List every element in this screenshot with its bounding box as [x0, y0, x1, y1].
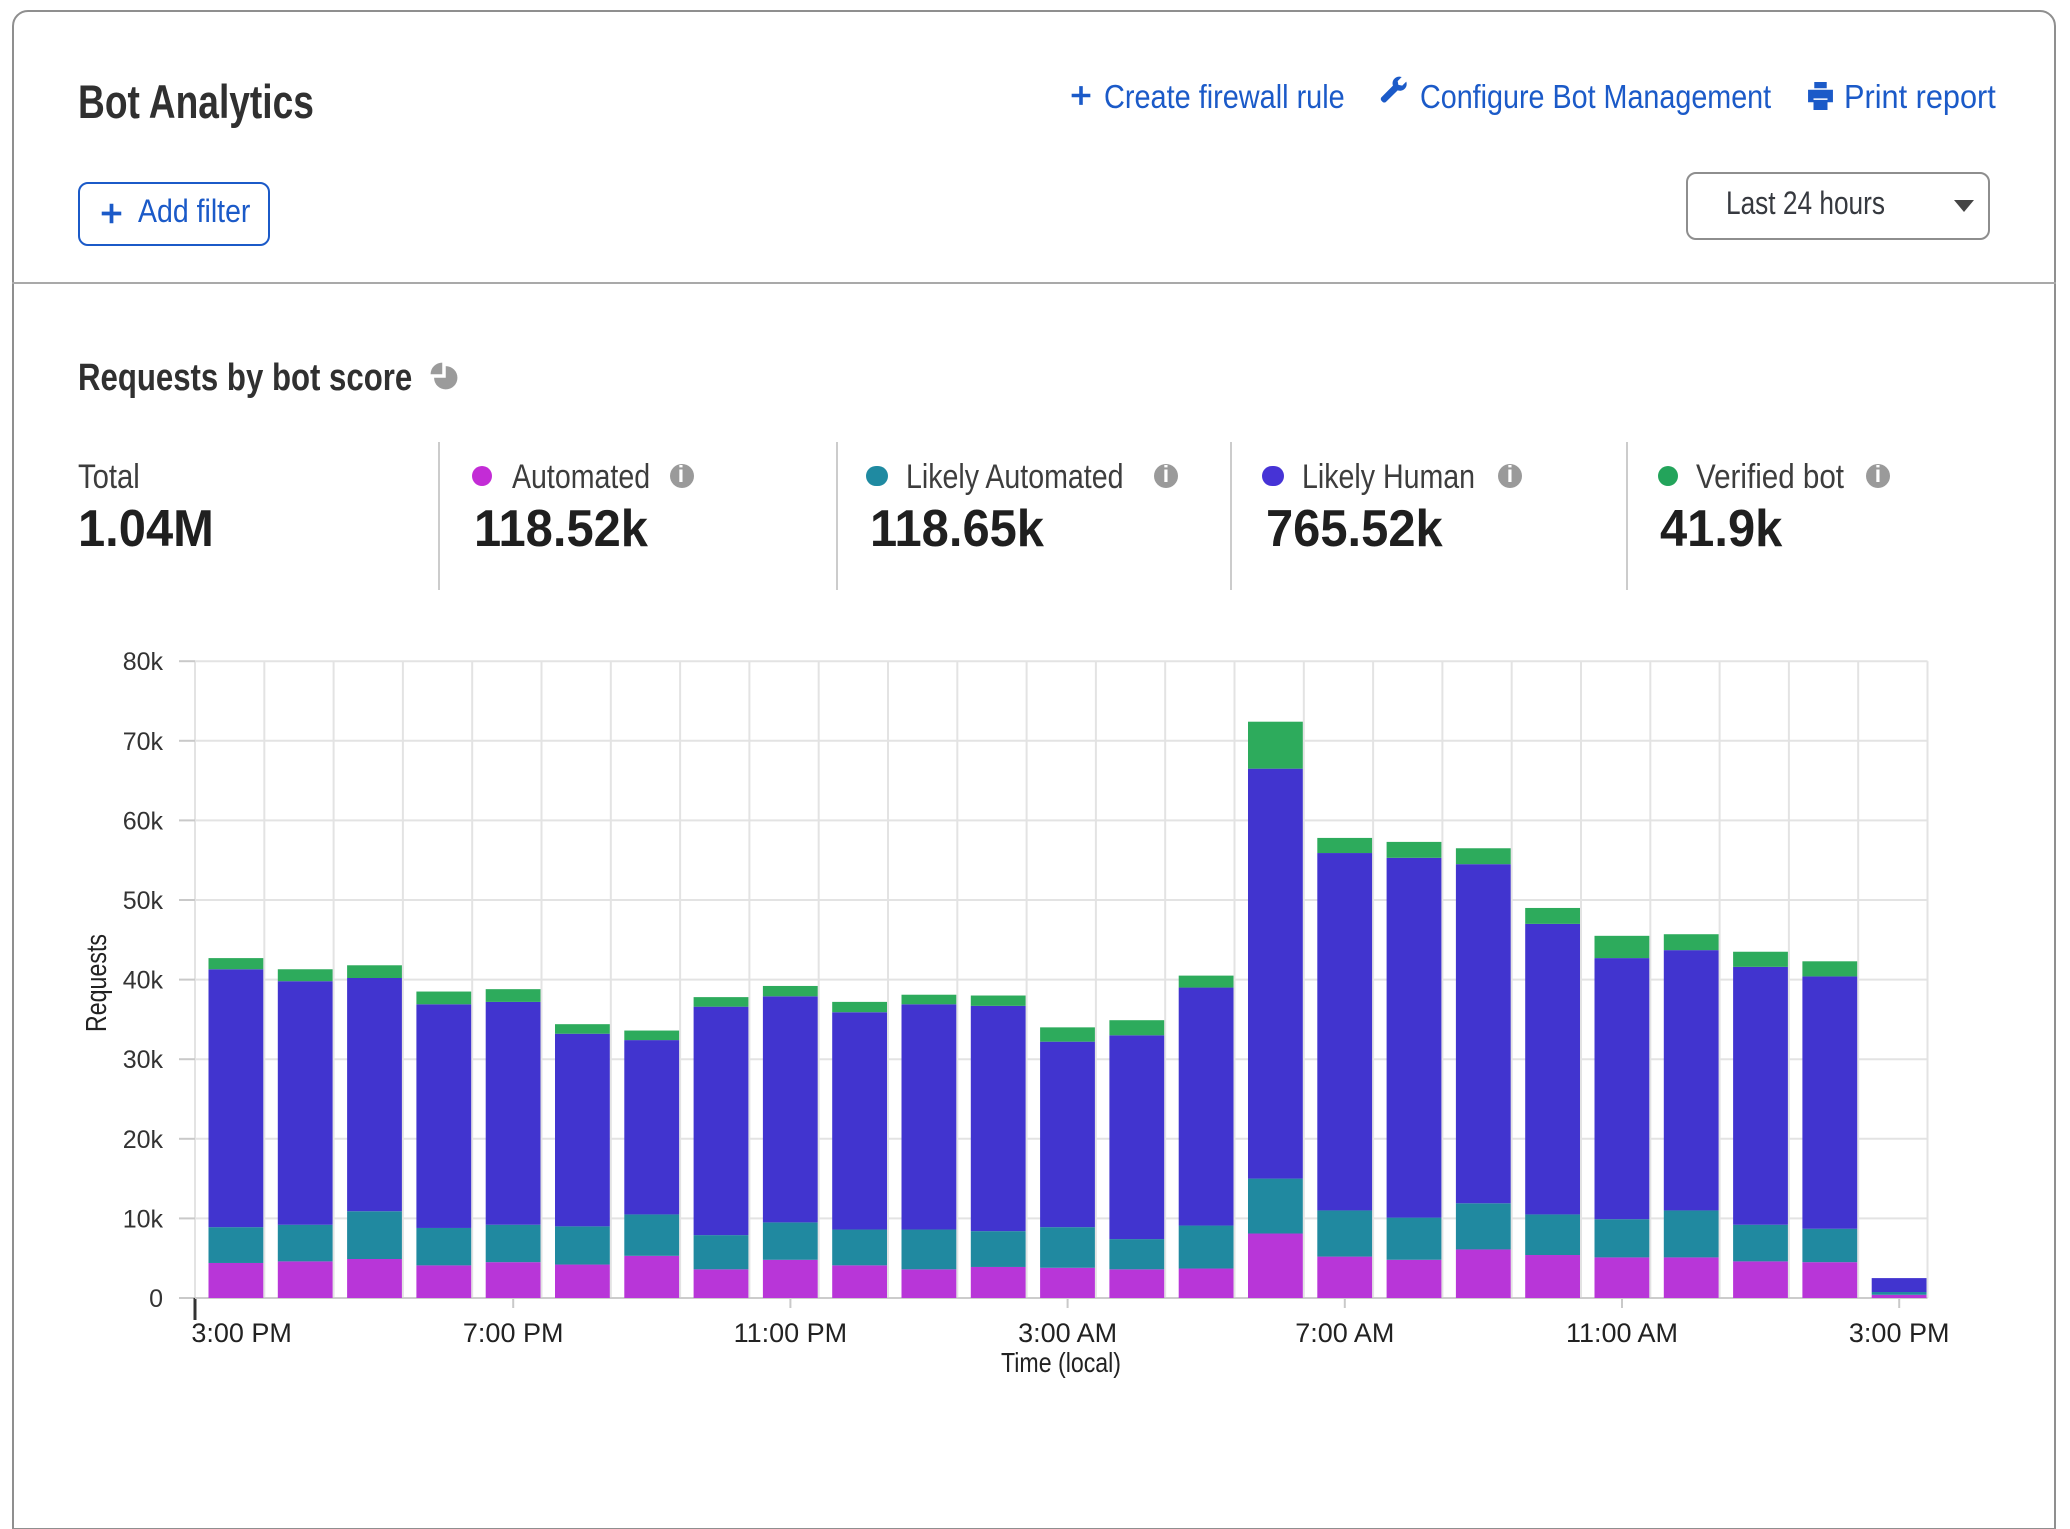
svg-text:10k: 10k: [123, 1205, 164, 1233]
svg-text:7:00 PM: 7:00 PM: [463, 1318, 564, 1348]
svg-text:80k: 80k: [123, 648, 164, 676]
svg-text:60k: 60k: [123, 807, 164, 835]
svg-text:11:00 PM: 11:00 PM: [734, 1318, 848, 1348]
svg-text:Requests: Requests: [81, 934, 113, 1032]
svg-text:0: 0: [149, 1285, 163, 1313]
svg-text:3:00 PM: 3:00 PM: [191, 1318, 292, 1348]
svg-text:7:00 AM: 7:00 AM: [1295, 1318, 1394, 1348]
svg-text:30k: 30k: [123, 1046, 164, 1074]
svg-text:20k: 20k: [123, 1126, 164, 1154]
svg-text:3:00 PM: 3:00 PM: [1849, 1318, 1950, 1348]
svg-text:40k: 40k: [123, 967, 164, 995]
svg-text:3:00 AM: 3:00 AM: [1018, 1318, 1117, 1348]
svg-text:11:00 AM: 11:00 AM: [1566, 1318, 1678, 1348]
svg-text:50k: 50k: [123, 887, 164, 915]
svg-text:70k: 70k: [123, 728, 164, 756]
svg-text:Time (local): Time (local): [1001, 1347, 1121, 1378]
